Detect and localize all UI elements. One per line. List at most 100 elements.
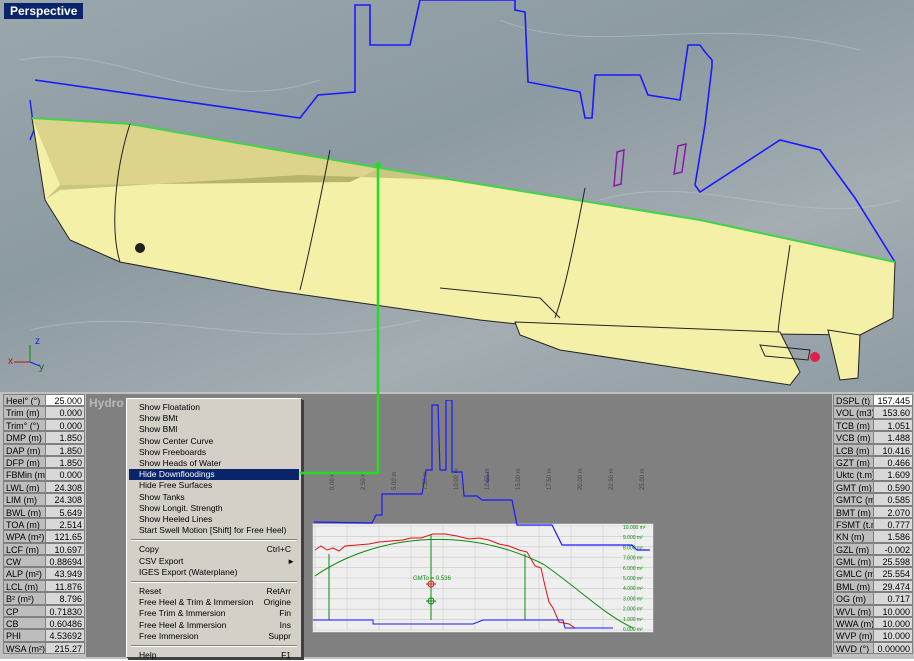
table-value[interactable]: 0.585 bbox=[873, 493, 913, 506]
table-value[interactable]: 0.590 bbox=[873, 480, 913, 494]
table-row[interactable]: VCB (m) 1.488 bbox=[833, 431, 913, 444]
table-value[interactable]: 0.88694 bbox=[45, 555, 85, 568]
table-row[interactable]: DFP (m) 1.850 bbox=[3, 455, 85, 469]
table-row[interactable]: Trim (m) 0.000 bbox=[3, 406, 85, 419]
table-value[interactable]: 1.609 bbox=[873, 468, 913, 481]
table-value[interactable]: 25.000 bbox=[45, 394, 85, 407]
menu-item[interactable]: Start Swell Motion [Shift] for Free Heel… bbox=[129, 525, 299, 536]
menu-item[interactable]: CSV Export ► bbox=[129, 556, 299, 567]
table-row[interactable]: VOL (m3) 153.60 bbox=[833, 406, 913, 419]
table-value[interactable]: 29.474 bbox=[873, 579, 913, 593]
table-row[interactable]: BMT (m) 2.070 bbox=[833, 505, 913, 518]
table-value[interactable]: 10.000 bbox=[873, 604, 913, 618]
table-value[interactable]: 11.876 bbox=[45, 579, 85, 593]
table-value[interactable]: 43.949 bbox=[45, 567, 85, 580]
table-row[interactable]: CP 0.71830 bbox=[3, 604, 85, 618]
table-row[interactable]: GMTC (m)0.585 bbox=[833, 493, 913, 506]
table-row[interactable]: FBMin (m) 0.000 bbox=[3, 468, 85, 481]
table-value[interactable]: 25.598 bbox=[873, 555, 913, 568]
table-value[interactable]: 2.514 bbox=[45, 517, 85, 531]
table-value[interactable]: 0.777 bbox=[873, 517, 913, 531]
menu-item[interactable]: Show Heads of Water bbox=[129, 458, 299, 469]
table-row[interactable]: GZT (m) 0.466 bbox=[833, 455, 913, 469]
menu-item[interactable]: Show Longit. Strength bbox=[129, 503, 299, 514]
table-row[interactable]: LCF (m) 10.697 bbox=[3, 542, 85, 556]
perspective-viewport[interactable]: Perspective z x y bbox=[0, 0, 914, 392]
table-value[interactable]: 0.000 bbox=[45, 418, 85, 432]
menu-item[interactable]: Hide Downfloodings bbox=[129, 469, 299, 481]
table-value[interactable]: 2.070 bbox=[873, 505, 913, 518]
table-row[interactable]: WPA (m²) 121.65 bbox=[3, 530, 85, 543]
menu-item[interactable]: Reset RetArr bbox=[129, 586, 299, 597]
table-value[interactable]: 8.796 bbox=[45, 592, 85, 605]
table-row[interactable]: LIM (m) 24.308 bbox=[3, 493, 85, 506]
table-row[interactable]: KN (m) 1.586 bbox=[833, 530, 913, 543]
menu-item[interactable]: Free Heel & Trim & Immersion Origine bbox=[129, 597, 299, 608]
table-row[interactable]: WSA (m²) 215.27 bbox=[3, 641, 85, 655]
menu-item[interactable]: Show Floatation bbox=[129, 402, 299, 413]
table-value[interactable]: 1.850 bbox=[45, 431, 85, 444]
menu-item[interactable]: Show BMl bbox=[129, 424, 299, 435]
table-value[interactable]: 0.000 bbox=[45, 468, 85, 481]
table-row[interactable]: GMLC (m)25.554 bbox=[833, 567, 913, 580]
table-value[interactable]: 5.649 bbox=[45, 505, 85, 518]
table-row[interactable]: BML (m) 29.474 bbox=[833, 579, 913, 593]
table-row[interactable]: WVL (m) 10.000 bbox=[833, 604, 913, 618]
table-value[interactable]: 0.466 bbox=[873, 455, 913, 469]
table-value[interactable]: -0.002 bbox=[873, 542, 913, 556]
table-row[interactable]: PHI 4.53692 bbox=[3, 629, 85, 642]
table-value[interactable]: 10.000 bbox=[873, 629, 913, 642]
table-row[interactable]: LCL (m) 11.876 bbox=[3, 579, 85, 593]
table-value[interactable]: 0.60486 bbox=[45, 617, 85, 630]
table-row[interactable]: WVP (m) 10.000 bbox=[833, 629, 913, 642]
menu-item[interactable]: IGES Export (Waterplane) bbox=[129, 567, 299, 578]
table-value[interactable]: 24.308 bbox=[45, 493, 85, 506]
table-row[interactable]: GZL (m) -0.002 bbox=[833, 542, 913, 556]
table-row[interactable]: TCB (m) 1.051 bbox=[833, 418, 913, 432]
menu-item[interactable]: Show BMt bbox=[129, 413, 299, 424]
table-value[interactable]: 10.697 bbox=[45, 542, 85, 556]
table-row[interactable]: DSPL (t) 157.445 bbox=[833, 394, 913, 407]
menu-item[interactable]: Free Heel & Immersion Ins bbox=[129, 620, 299, 631]
menu-item[interactable]: Free Immersion Suppr bbox=[129, 631, 299, 642]
table-row[interactable]: B² (m²) 8.796 bbox=[3, 592, 85, 605]
table-row[interactable]: Heel° (°) 25.000 bbox=[3, 394, 85, 407]
menu-item[interactable]: Show Freeboards bbox=[129, 447, 299, 458]
table-row[interactable]: LCB (m) 10.416 bbox=[833, 443, 913, 456]
table-value[interactable]: 0.000 bbox=[45, 406, 85, 419]
table-row[interactable]: WVD (°) 0.00000 bbox=[833, 641, 913, 655]
viewport-title[interactable]: Perspective bbox=[4, 3, 84, 19]
table-value[interactable]: 1.051 bbox=[873, 418, 913, 432]
menu-item[interactable]: Show Center Curve bbox=[129, 436, 299, 447]
table-value[interactable]: 215.27 bbox=[45, 641, 85, 655]
table-row[interactable]: DMP (m) 1.850 bbox=[3, 431, 85, 444]
table-value[interactable]: 25.554 bbox=[873, 567, 913, 580]
table-row[interactable]: ALP (m²) 43.949 bbox=[3, 567, 85, 580]
table-value[interactable]: 1.488 bbox=[873, 431, 913, 444]
table-value[interactable]: 121.65 bbox=[45, 530, 85, 543]
table-row[interactable]: CB 0.60486 bbox=[3, 617, 85, 630]
table-value[interactable]: 4.53692 bbox=[45, 629, 85, 642]
table-value[interactable]: 10.000 bbox=[873, 617, 913, 630]
table-row[interactable]: Uktc (t.m) 1.609 bbox=[833, 468, 913, 481]
menu-item[interactable]: Show Tanks bbox=[129, 492, 299, 503]
table-value[interactable]: 24.308 bbox=[45, 480, 85, 494]
table-row[interactable]: CW 0.88694 bbox=[3, 555, 85, 568]
menu-item[interactable]: Copy Ctrl+C bbox=[129, 544, 299, 555]
table-row[interactable]: DAP (m) 1.850 bbox=[3, 443, 85, 456]
table-value[interactable]: 0.71830 bbox=[45, 604, 85, 618]
table-row[interactable]: GMT (m) 0.590 bbox=[833, 480, 913, 494]
table-value[interactable]: 10.416 bbox=[873, 443, 913, 456]
table-row[interactable]: BWL (m) 5.649 bbox=[3, 505, 85, 518]
table-row[interactable]: WWA (m) 10.000 bbox=[833, 617, 913, 630]
table-row[interactable]: FSMT (t.m)0.777 bbox=[833, 517, 913, 531]
table-value[interactable]: 1.850 bbox=[45, 443, 85, 456]
table-row[interactable]: TOA (m) 2.514 bbox=[3, 517, 85, 531]
table-value[interactable]: 153.60 bbox=[873, 406, 913, 419]
table-value[interactable]: 1.850 bbox=[45, 455, 85, 469]
menu-item[interactable]: Free Trim & Immersion Fin bbox=[129, 608, 299, 619]
menu-item[interactable]: Hide Free Surfaces bbox=[129, 480, 299, 491]
table-value[interactable]: 0.00000 bbox=[873, 641, 913, 655]
table-row[interactable]: LWL (m) 24.308 bbox=[3, 480, 85, 494]
menu-item[interactable]: Show Heeled Lines bbox=[129, 514, 299, 525]
